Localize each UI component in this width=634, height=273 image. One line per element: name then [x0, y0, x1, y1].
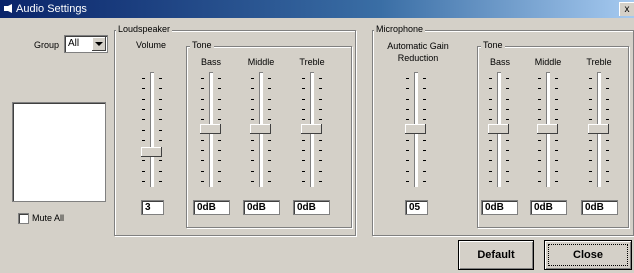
mute-all-checkbox[interactable] [18, 213, 29, 224]
mic-middle-slider[interactable] [537, 72, 559, 187]
group-listbox[interactable] [12, 102, 106, 202]
close-icon[interactable]: x [619, 2, 634, 16]
slider-thumb[interactable] [537, 124, 558, 134]
slider-thumb[interactable] [405, 124, 426, 134]
group-select[interactable]: All [64, 35, 108, 53]
loudspeaker-tone-title: Tone [190, 40, 214, 50]
mute-all-label: Mute All [32, 213, 65, 223]
slider-thumb[interactable] [588, 124, 609, 134]
loudspeaker-title: Loudspeaker [116, 24, 173, 34]
mic-bass-slider[interactable] [488, 72, 510, 187]
slider-thumb[interactable] [141, 147, 162, 157]
slider-ticks [159, 78, 162, 182]
group-label: Group [34, 40, 60, 50]
mic-bass-value: 0dB [481, 200, 518, 215]
speaker-icon [4, 4, 12, 13]
slider-ticks [142, 78, 145, 182]
slider-thumb[interactable] [488, 124, 509, 134]
chevron-down-icon[interactable] [92, 37, 106, 51]
volume-label: Volume [135, 40, 167, 50]
slider-track[interactable] [150, 72, 154, 187]
mic-treble-value: 0dB [581, 200, 618, 215]
group-select-value: All [68, 38, 80, 49]
ls-treble-value: 0dB [293, 200, 330, 215]
mic-middle-label: Middle [534, 57, 562, 67]
slider-thumb[interactable] [250, 124, 271, 134]
ls-middle-label: Middle [247, 57, 275, 67]
ls-treble-label: Treble [299, 57, 325, 67]
slider-thumb[interactable] [200, 124, 221, 134]
agc-slider[interactable] [405, 72, 427, 187]
ls-middle-value: 0dB [243, 200, 280, 215]
agc-label-line2: Reduction [397, 53, 439, 63]
default-button[interactable]: Default [458, 240, 534, 270]
ls-bass-value: 0dB [193, 200, 230, 215]
ls-middle-slider[interactable] [250, 72, 272, 187]
microphone-tone-title: Tone [481, 40, 505, 50]
volume-slider[interactable] [141, 72, 163, 187]
volume-value: 3 [141, 200, 164, 215]
mic-middle-value: 0dB [530, 200, 567, 215]
agc-value: 05 [405, 200, 428, 215]
ls-bass-slider[interactable] [200, 72, 222, 187]
ls-treble-slider[interactable] [301, 72, 323, 187]
microphone-title: Microphone [374, 24, 426, 34]
slider-thumb[interactable] [301, 124, 322, 134]
close-button[interactable]: Close [544, 240, 632, 270]
mic-treble-slider[interactable] [588, 72, 610, 187]
ls-bass-label: Bass [200, 57, 221, 67]
mic-treble-label: Treble [586, 57, 612, 67]
agc-label-line1: Automatic Gain [387, 41, 449, 51]
title-bar: Audio Settings x [0, 0, 634, 18]
mic-bass-label: Bass [489, 57, 510, 67]
window-title: Audio Settings [16, 3, 87, 15]
